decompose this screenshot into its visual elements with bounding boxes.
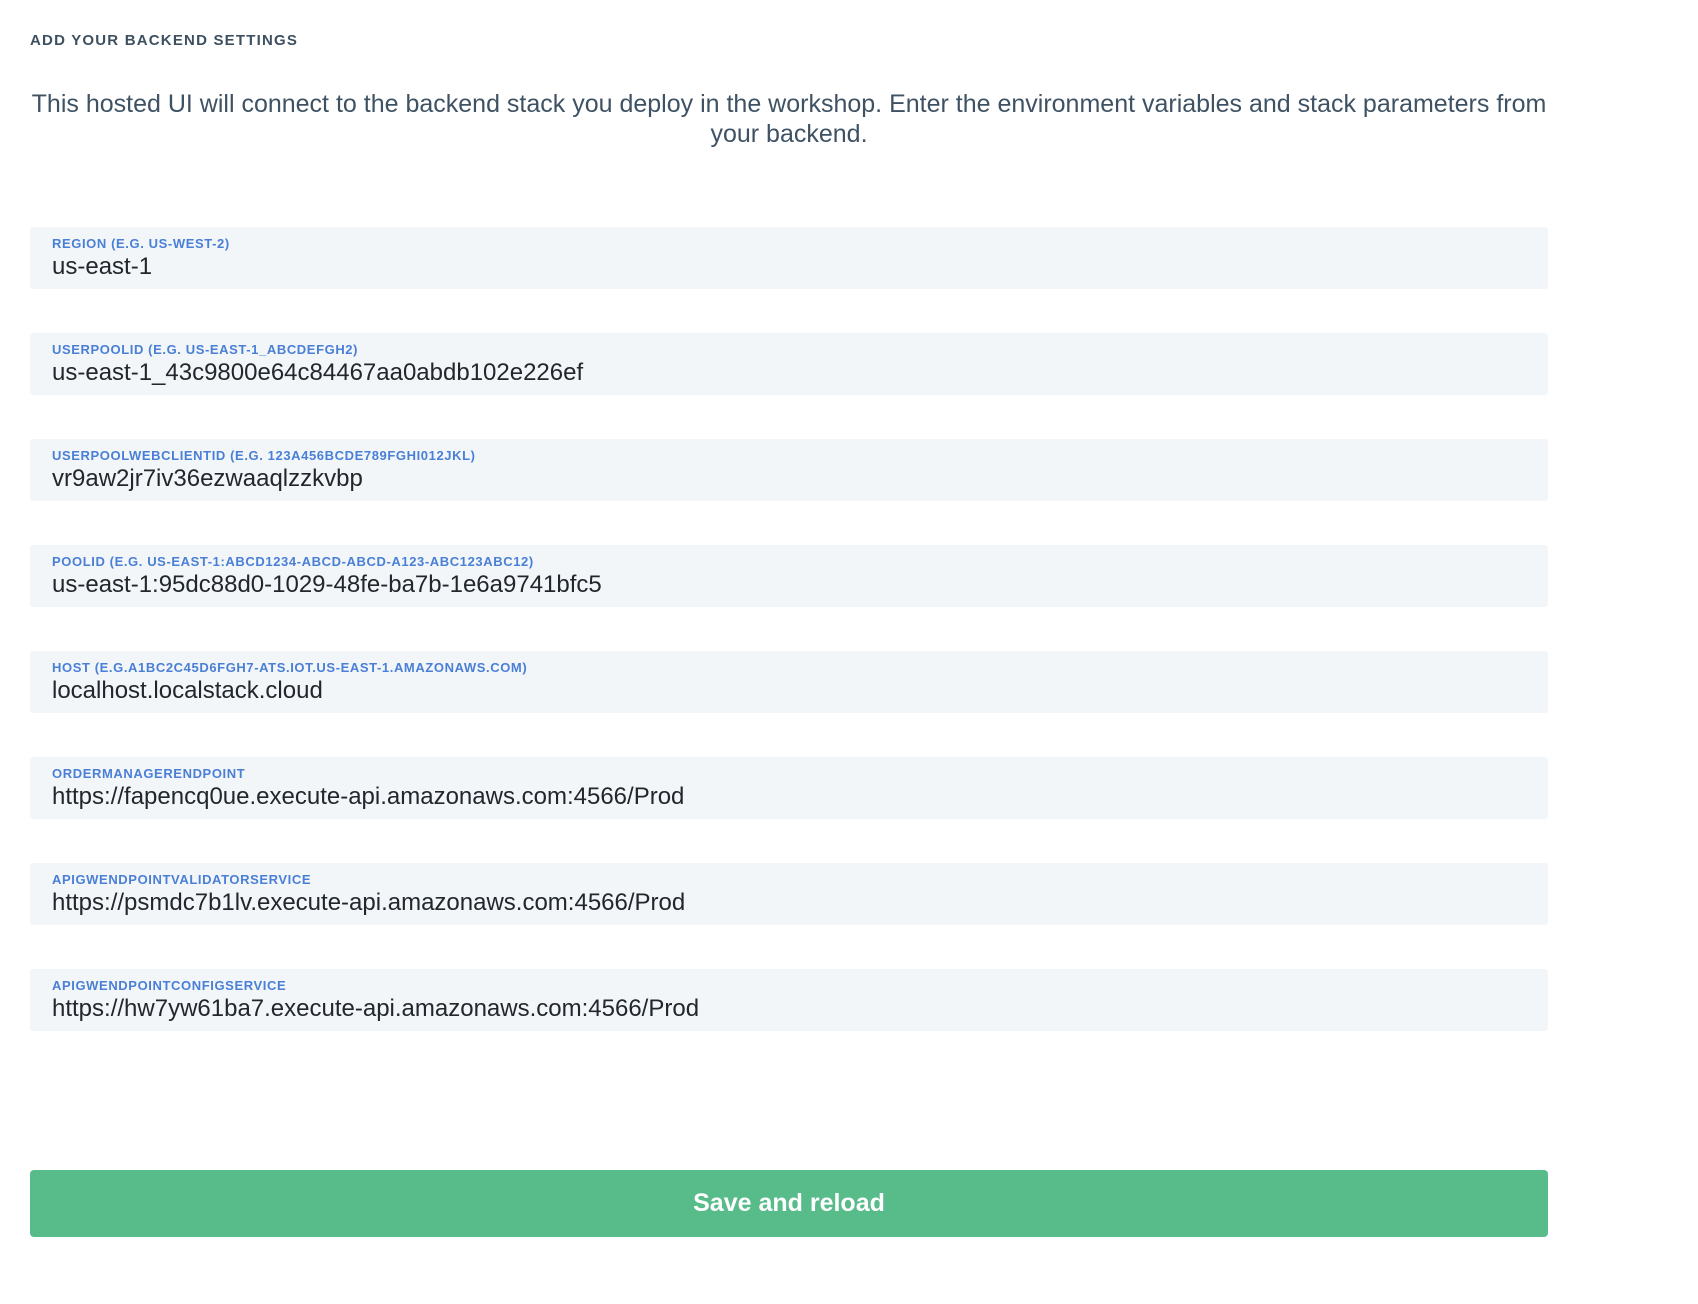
field-ordermanagerendpoint-label: ORDERMANAGERENDPOINT	[52, 766, 1526, 782]
field-apigwendpointvalidatorservice[interactable]: APIGWENDPOINTVALIDATORSERVICE	[30, 863, 1548, 925]
field-apigwendpointconfigservice-label: APIGWENDPOINTCONFIGSERVICE	[52, 978, 1526, 994]
field-region[interactable]: REGION (E.G. US-WEST-2)	[30, 227, 1548, 289]
field-userpoolid[interactable]: USERPOOLID (E.G. US-EAST-1_ABCDEFGH2)	[30, 333, 1548, 395]
apigwendpointvalidatorservice-input[interactable]	[52, 888, 1526, 917]
field-apigwendpointvalidatorservice-label: APIGWENDPOINTVALIDATORSERVICE	[52, 872, 1526, 888]
field-userpoolwebclientid-label: USERPOOLWEBCLIENTID (E.G. 123A456BCDE789…	[52, 448, 1526, 464]
field-host[interactable]: HOST (E.G.A1BC2C45D6FGH7-ATS.IOT.US-EAST…	[30, 651, 1548, 713]
page-description: This hosted UI will connect to the backe…	[30, 89, 1548, 149]
region-input[interactable]	[52, 252, 1526, 281]
field-region-label: REGION (E.G. US-WEST-2)	[52, 236, 1526, 252]
backend-settings-page: ADD YOUR BACKEND SETTINGS This hosted UI…	[0, 0, 1698, 1304]
field-ordermanagerendpoint[interactable]: ORDERMANAGERENDPOINT	[30, 757, 1548, 819]
settings-form: REGION (E.G. US-WEST-2) USERPOOLID (E.G.…	[30, 227, 1548, 1031]
save-and-reload-button[interactable]: Save and reload	[30, 1170, 1548, 1237]
field-poolid[interactable]: POOLID (E.G. US-EAST-1:ABCD1234-ABCD-ABC…	[30, 545, 1548, 607]
apigwendpointconfigservice-input[interactable]	[52, 994, 1526, 1023]
userpoolid-input[interactable]	[52, 358, 1526, 387]
page-title: ADD YOUR BACKEND SETTINGS	[30, 32, 1548, 49]
field-userpoolid-label: USERPOOLID (E.G. US-EAST-1_ABCDEFGH2)	[52, 342, 1526, 358]
poolid-input[interactable]	[52, 570, 1526, 599]
field-userpoolwebclientid[interactable]: USERPOOLWEBCLIENTID (E.G. 123A456BCDE789…	[30, 439, 1548, 501]
host-input[interactable]	[52, 676, 1526, 705]
field-host-label: HOST (E.G.A1BC2C45D6FGH7-ATS.IOT.US-EAST…	[52, 660, 1526, 676]
userpoolwebclientid-input[interactable]	[52, 464, 1526, 493]
ordermanagerendpoint-input[interactable]	[52, 782, 1526, 811]
field-apigwendpointconfigservice[interactable]: APIGWENDPOINTCONFIGSERVICE	[30, 969, 1548, 1031]
field-poolid-label: POOLID (E.G. US-EAST-1:ABCD1234-ABCD-ABC…	[52, 554, 1526, 570]
